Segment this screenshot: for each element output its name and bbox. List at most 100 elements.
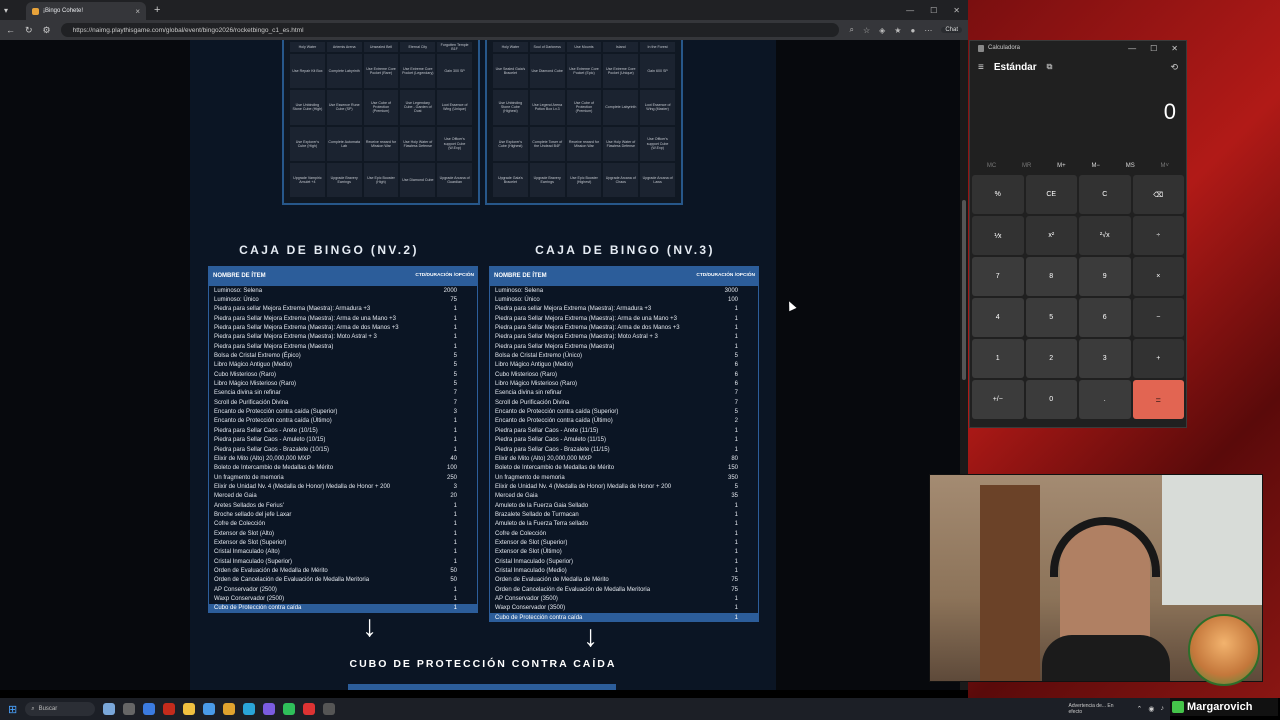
- close-window-icon[interactable]: ✕: [953, 6, 960, 15]
- item-name: Cubo Misterioso (Raro): [214, 371, 277, 378]
- calc-key[interactable]: 5: [1025, 298, 1077, 337]
- calc-key[interactable]: CE: [1025, 175, 1077, 214]
- profile-avatar[interactable]: ●: [910, 26, 915, 35]
- calc-key[interactable]: 1: [972, 339, 1024, 378]
- calc-key[interactable]: 0: [1025, 380, 1077, 419]
- calc-key[interactable]: =: [1132, 380, 1184, 419]
- bingo-cell: Receive reward for Mission War: [363, 126, 399, 161]
- item-quantity: 1: [734, 437, 738, 444]
- table-row: Amuleto de la Fuerza Terra sellado 1: [490, 520, 758, 529]
- item-quantity: 1: [453, 530, 457, 537]
- headset-icon: [1050, 517, 1160, 577]
- page-viewport: Holy Water Artemis Arena Unsealed Bell Eter…: [0, 40, 960, 690]
- maximize-icon[interactable]: ☐: [930, 6, 937, 15]
- calc-key[interactable]: 6: [1079, 298, 1131, 337]
- calc-key[interactable]: ×: [1132, 257, 1184, 296]
- taskbar-search[interactable]: ⌕ Buscar: [25, 702, 96, 716]
- calc-key[interactable]: 8: [1025, 257, 1077, 296]
- new-tab-icon[interactable]: +: [154, 4, 160, 16]
- item-name: Cofre de Colección: [214, 521, 266, 528]
- chat-button[interactable]: Chat: [941, 27, 962, 33]
- windows-start-icon[interactable]: ⊞: [8, 703, 17, 716]
- calc-key[interactable]: +/−: [972, 380, 1024, 419]
- memory-button[interactable]: MC: [987, 163, 996, 169]
- history-icon[interactable]: ⟲: [1170, 62, 1186, 73]
- item-quantity: 1: [453, 539, 457, 546]
- table-row: Brazalete Sellado de Turmacan 1: [490, 510, 758, 519]
- bingo-cell: Complete Labyrinth: [603, 90, 639, 125]
- bingo-cell: Receive reward for Mission War: [566, 126, 602, 161]
- bingo-cell: Upgrade Arcana of Chaos: [603, 162, 639, 197]
- network-icon[interactable]: ◉: [1148, 705, 1154, 713]
- edge-icon[interactable]: [143, 703, 156, 715]
- calc-key[interactable]: C: [1079, 175, 1131, 214]
- calc-key[interactable]: −: [1132, 298, 1184, 337]
- calc-key[interactable]: %: [972, 175, 1024, 214]
- volume-icon[interactable]: ♪: [1161, 705, 1165, 713]
- close-window-icon[interactable]: ✕: [1171, 44, 1178, 53]
- minimize-icon[interactable]: —: [1128, 44, 1136, 53]
- calc-key[interactable]: ÷: [1132, 216, 1184, 255]
- calc-key[interactable]: ⌫: [1132, 175, 1184, 214]
- streamer-avatar: [1188, 614, 1260, 686]
- store-icon[interactable]: [203, 703, 216, 715]
- col-name-header: NOMBRE DE ÍTEM: [494, 273, 547, 279]
- app-icon[interactable]: [163, 703, 176, 715]
- item-name: Orden de Cancelación de Evaluación de Me…: [495, 586, 651, 593]
- extensions-icon[interactable]: ◈: [879, 26, 885, 35]
- calc-key[interactable]: ²√x: [1079, 216, 1131, 255]
- app-icon[interactable]: [303, 703, 316, 715]
- hamburger-menu-icon[interactable]: ≡: [978, 62, 984, 73]
- calc-key[interactable]: .: [1079, 380, 1131, 419]
- widgets-icon[interactable]: [103, 703, 116, 715]
- maximize-icon[interactable]: ☐: [1150, 44, 1157, 53]
- calc-key[interactable]: x²: [1025, 216, 1077, 255]
- minimize-icon[interactable]: —: [906, 6, 914, 15]
- app-icon[interactable]: [283, 703, 296, 715]
- browser-tab[interactable]: ¡Bingo Cohete! ×: [26, 2, 147, 20]
- tray-chevron-icon[interactable]: ⌃: [1137, 705, 1143, 713]
- more-menu-icon[interactable]: ⋯: [924, 26, 932, 35]
- memory-button[interactable]: M−: [1091, 163, 1100, 169]
- bingo-cell: Loot Essence of Wing (Unique): [437, 90, 472, 125]
- calculator-taskbar-icon[interactable]: [323, 703, 336, 715]
- calc-key[interactable]: 3: [1079, 339, 1131, 378]
- bingo-cell: Forgotten Temple B1F: [437, 42, 472, 52]
- memory-button[interactable]: M+: [1057, 163, 1066, 169]
- favorites-icon[interactable]: ★: [894, 26, 901, 35]
- item-quantity: 3000: [724, 287, 738, 294]
- chrome-icon[interactable]: [223, 703, 236, 715]
- calc-key[interactable]: 4: [972, 298, 1024, 337]
- edge-dev-icon[interactable]: [243, 703, 256, 715]
- memory-button[interactable]: M˅: [1161, 163, 1170, 169]
- calc-key[interactable]: 9: [1079, 257, 1131, 296]
- site-info-icon[interactable]: ⚙: [43, 25, 51, 36]
- item-name: Orden de Cancelación de Evaluación de Me…: [214, 577, 370, 584]
- item-name: Cristal Inmaculado (Superior): [214, 558, 293, 565]
- bingo-cell: Use Essence Rune Cube (SP): [326, 90, 362, 125]
- notification-text[interactable]: Advertencia de... En efecto: [1069, 703, 1129, 715]
- discord-icon[interactable]: [263, 703, 276, 715]
- bookmark-star-icon[interactable]: ☆: [863, 26, 870, 35]
- table-row: Luminoso: Único 75: [209, 295, 477, 304]
- calc-key[interactable]: 2: [1025, 339, 1077, 378]
- memory-button[interactable]: MS: [1126, 163, 1135, 169]
- item-name: Merced de Gaia: [214, 493, 257, 500]
- tab-menu-icon[interactable]: ▾: [4, 6, 8, 15]
- item-quantity: 3: [453, 483, 457, 490]
- file-explorer-icon[interactable]: [183, 703, 196, 715]
- item-name: Piedra para sellar Mejora Extrema (Maest…: [214, 306, 371, 313]
- close-tab-icon[interactable]: ×: [135, 7, 140, 16]
- zoom-icon[interactable]: ⌕: [849, 25, 853, 35]
- reload-icon[interactable]: ↻: [25, 25, 33, 36]
- calc-key[interactable]: +: [1132, 339, 1184, 378]
- calc-key[interactable]: 7: [972, 257, 1024, 296]
- calc-key[interactable]: ⅟x: [972, 216, 1024, 255]
- memory-button[interactable]: MR: [1022, 163, 1031, 169]
- scrollbar-thumb[interactable]: [962, 200, 966, 380]
- item-name: Piedra para Sellar Mejora Extrema (Maest…: [495, 325, 680, 332]
- url-field[interactable]: https://naimg.playthisgame.com/global/ev…: [60, 23, 840, 37]
- back-icon[interactable]: ←: [6, 25, 15, 35]
- keep-on-top-icon[interactable]: ⧉: [1047, 62, 1053, 72]
- task-view-icon[interactable]: [123, 703, 136, 715]
